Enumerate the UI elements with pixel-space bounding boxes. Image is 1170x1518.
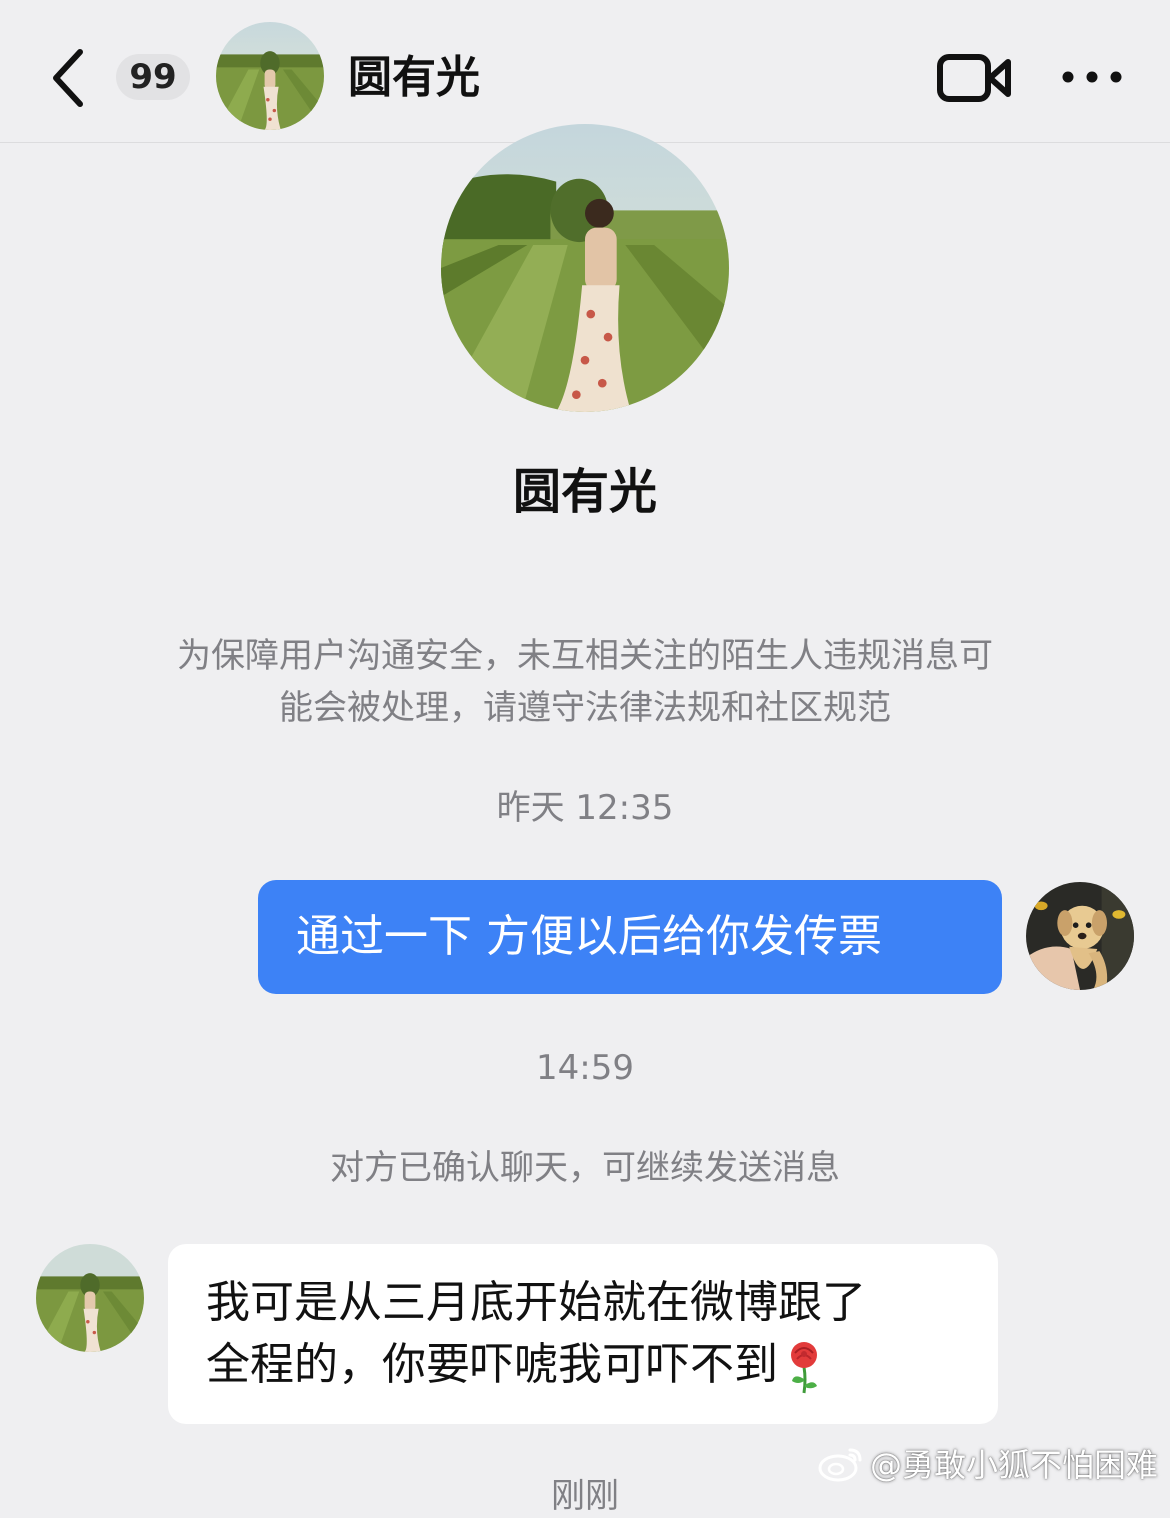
rose-icon xyxy=(784,1339,824,1395)
profile-avatar[interactable] xyxy=(441,124,729,412)
safety-notice: 为保障用户沟通安全，未互相关注的陌生人违规消息可 能会被处理，请遵守法律法规和社… xyxy=(120,630,1050,734)
incoming-message-line: 我可是从三月底开始就在微博跟了 xyxy=(206,1277,866,1328)
chat-header: 99 圆有光 xyxy=(0,0,1170,143)
video-call-button[interactable] xyxy=(934,48,1014,108)
chat-title: 圆有光 xyxy=(348,52,480,103)
incoming-message-text: 全程的，你要吓唬我可吓不到 xyxy=(206,1339,778,1390)
outgoing-message-text: 通过一下 方便以后给你发传票 xyxy=(296,911,882,962)
outgoing-message-bubble[interactable]: 通过一下 方便以后给你发传票 xyxy=(258,880,1002,994)
my-avatar[interactable] xyxy=(1026,882,1134,990)
more-options-button[interactable] xyxy=(1060,60,1124,94)
safety-notice-line: 为保障用户沟通安全，未互相关注的陌生人违规消息可 xyxy=(177,636,993,676)
weibo-watermark: @勇敢小狐不怕困难 xyxy=(818,1440,1158,1486)
contact-avatar[interactable] xyxy=(216,22,324,130)
message-timestamp: 昨天 12:35 xyxy=(496,788,674,828)
weibo-logo-icon xyxy=(818,1448,862,1482)
safety-notice-line: 能会被处理，请遵守法律法规和社区规范 xyxy=(279,688,891,728)
contact-avatar[interactable] xyxy=(36,1244,144,1352)
system-message: 对方已确认聊天，可继续发送消息 xyxy=(330,1148,840,1188)
more-horizontal-icon xyxy=(1062,71,1122,83)
chevron-left-icon xyxy=(53,49,83,107)
back-button[interactable] xyxy=(40,42,100,112)
watermark-text: @勇敢小狐不怕困难 xyxy=(869,1446,1158,1484)
incoming-message-line-2: 全程的，你要吓唬我可吓不到 xyxy=(206,1334,968,1396)
profile-name: 圆有光 xyxy=(512,464,657,520)
message-timestamp: 14:59 xyxy=(536,1048,634,1088)
unread-count-badge[interactable]: 99 xyxy=(116,54,190,100)
incoming-message-bubble[interactable]: 我可是从三月底开始就在微博跟了 全程的，你要吓唬我可吓不到 xyxy=(168,1244,998,1424)
video-call-icon xyxy=(937,54,1011,102)
